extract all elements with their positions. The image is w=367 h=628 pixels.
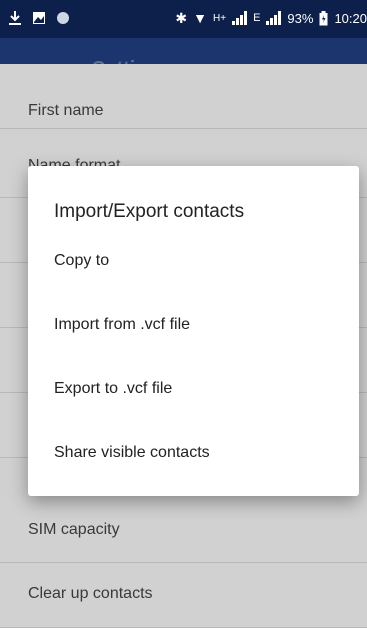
circle-icon	[57, 12, 69, 24]
network-type-1: H+	[213, 12, 227, 24]
dialog-title: Import/Export contacts	[54, 201, 245, 222]
status-right-icons: ✱ ▼ H+ E 93% 10:20	[175, 10, 367, 26]
list-item-sim-capacity[interactable]: SIM capacity	[0, 498, 367, 563]
download-icon	[9, 11, 21, 25]
option-label: Export to .vcf file	[54, 380, 173, 397]
list-item-label: Clear up contacts	[28, 585, 153, 602]
list-item-label: SIM capacity	[28, 521, 120, 538]
network-type-2: E	[253, 12, 261, 24]
option-import-vcf[interactable]: Import from .vcf file	[28, 296, 359, 360]
list-item-label: First name	[28, 102, 104, 119]
list-item-first-name[interactable]: First name	[0, 64, 367, 129]
status-left-icons	[8, 10, 70, 26]
option-copy-to[interactable]: Copy to	[28, 232, 359, 296]
option-share-visible-contacts[interactable]: Share visible contacts	[28, 424, 359, 488]
clock: 10:20	[334, 10, 367, 26]
list-item-clear-up-contacts[interactable]: Clear up contacts	[0, 563, 367, 628]
wifi-icon: ▼	[193, 10, 208, 26]
status-bar: ✱ ▼ H+ E 93% 10:20	[0, 0, 367, 38]
bluetooth-icon: ✱	[175, 10, 188, 26]
option-label: Import from .vcf file	[54, 316, 191, 333]
option-label: Copy to	[54, 252, 110, 269]
image-icon	[33, 12, 45, 24]
signal-bars-2-icon	[266, 11, 282, 25]
battery-percent: 93%	[287, 10, 314, 26]
import-export-dialog: Import/Export contacts Copy to Import fr…	[28, 166, 359, 496]
option-label: Share visible contacts	[54, 444, 210, 461]
battery-icon	[319, 10, 328, 25]
signal-bars-1-icon	[232, 11, 248, 25]
option-export-vcf[interactable]: Export to .vcf file	[28, 360, 359, 424]
